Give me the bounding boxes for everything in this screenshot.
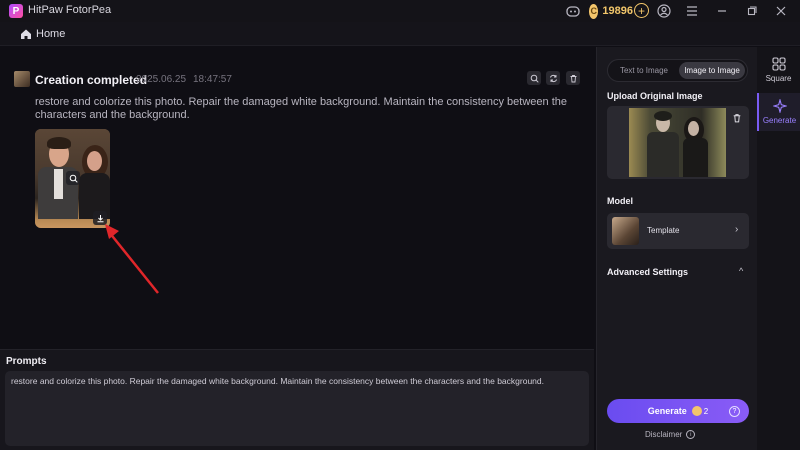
model-value: Template <box>647 226 680 235</box>
close-icon[interactable] <box>773 3 789 19</box>
upload-title: Upload Original Image <box>607 91 703 101</box>
chevron-up-icon[interactable]: ^ <box>739 266 743 276</box>
refresh-icon <box>549 74 557 82</box>
side-rail: Square Generate <box>757 47 800 450</box>
creation-area: Creation completed 2025.06.25 18:47:57 r… <box>0 47 594 350</box>
disclaimer-link[interactable]: Disclaimer i <box>645 430 696 439</box>
prompts-title: Prompts <box>6 356 47 367</box>
trash-icon <box>733 114 741 123</box>
advanced-settings-title[interactable]: Advanced Settings <box>607 267 688 277</box>
model-selector[interactable]: Template › <box>607 213 749 249</box>
zoom-icon <box>530 74 539 83</box>
home-link[interactable]: Home <box>36 28 65 40</box>
creation-date: 2025.06.25 <box>136 74 187 85</box>
uploaded-image <box>629 108 726 177</box>
avatar <box>14 71 30 87</box>
zoom-in-button[interactable] <box>527 71 541 85</box>
trash-icon <box>570 74 576 82</box>
grid-icon <box>771 57 786 71</box>
model-title: Model <box>607 196 633 206</box>
model-thumbnail <box>612 217 639 245</box>
zoom-icon <box>69 174 78 183</box>
regenerate-button[interactable] <box>546 71 560 85</box>
mode-toggle: Text to Image Image to Image <box>607 59 748 82</box>
generate-cost: 2 <box>703 406 709 416</box>
creation-prompt: restore and colorize this photo. Repair … <box>35 96 567 121</box>
prompts-input[interactable]: restore and colorize this photo. Repair … <box>5 371 589 446</box>
prompts-text: restore and colorize this photo. Repair … <box>11 376 544 386</box>
settings-panel: Text to Image Image to Image Upload Orig… <box>596 47 757 450</box>
rail-label-generate: Generate <box>762 116 797 125</box>
app-name: HitPaw FotorPea <box>28 4 112 16</box>
rail-label-square: Square <box>765 74 792 83</box>
prompts-panel: Prompts restore and colorize this photo.… <box>0 349 594 450</box>
title-bar: P HitPaw FotorPea C 19896 + <box>0 0 800 22</box>
rail-item-generate[interactable]: Generate <box>757 93 800 131</box>
annotation-arrow <box>105 224 159 294</box>
creation-title: Creation completed <box>35 73 148 87</box>
generate-label: Generate <box>647 406 687 416</box>
coin-icon <box>691 406 702 416</box>
add-coins-icon[interactable]: + <box>634 3 649 18</box>
menu-icon[interactable] <box>684 3 700 19</box>
generate-button[interactable]: Generate 2 <box>607 399 749 423</box>
tab-text-to-image[interactable]: Text to Image <box>611 62 677 79</box>
disclaimer-label: Disclaimer <box>645 430 683 439</box>
home-icon[interactable] <box>20 28 32 40</box>
discord-icon[interactable] <box>565 3 581 19</box>
minimize-icon[interactable] <box>714 3 730 19</box>
tab-image-to-image[interactable]: Image to Image <box>679 62 745 79</box>
info-icon: i <box>686 430 696 439</box>
rail-item-square[interactable]: Square <box>757 51 800 89</box>
coin-icon: C <box>589 3 599 19</box>
help-icon[interactable]: ? <box>729 406 740 417</box>
nav-bar: Home <box>0 22 800 46</box>
delete-button[interactable] <box>566 71 580 85</box>
app-logo-icon: P <box>9 4 23 18</box>
coin-balance[interactable]: C 19896 <box>589 2 633 20</box>
preview-zoom-button[interactable] <box>66 171 80 185</box>
remove-image-button[interactable] <box>731 112 743 124</box>
coin-count: 19896 <box>602 5 633 17</box>
user-icon[interactable] <box>656 3 672 19</box>
upload-image-area[interactable] <box>607 106 749 179</box>
maximize-icon[interactable] <box>744 3 760 19</box>
chevron-right-icon: › <box>735 224 739 235</box>
sparkle-icon <box>772 99 787 113</box>
creation-time: 18:47:57 <box>193 74 232 85</box>
